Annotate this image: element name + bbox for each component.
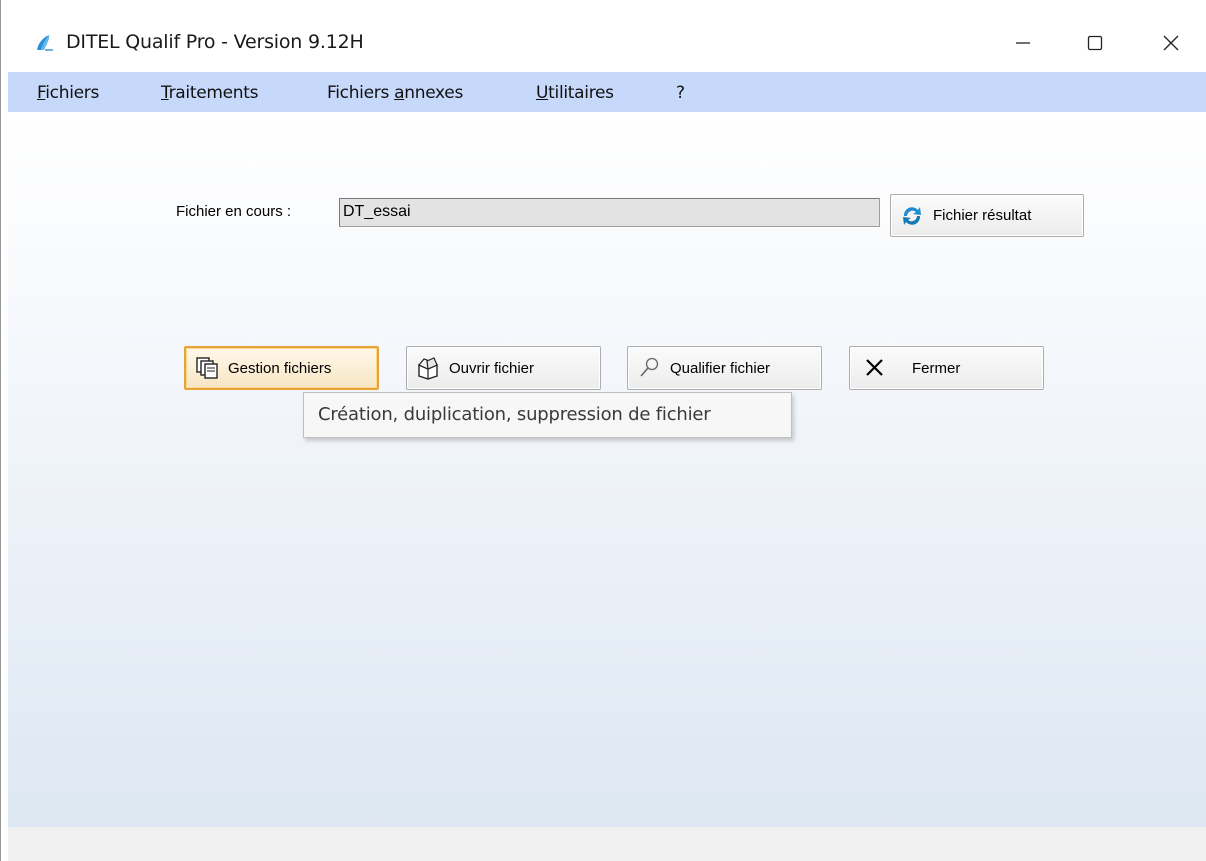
menu-bar: Fichiers Traitements Fichiers annexes Ut… [8,72,1206,112]
status-bar [8,827,1206,861]
close-file-button-label: Fermer [912,359,961,377]
menu-label-post: tilitaires [548,83,614,103]
result-file-button[interactable]: Fichier résultat [890,194,1084,237]
stacked-files-icon [196,357,218,379]
qualify-file-button-label: Qualifier fichier [670,359,771,377]
menu-help[interactable]: ? [676,83,685,103]
maximize-button[interactable] [1060,14,1130,72]
menu-label-post: ichiers [45,83,100,103]
open-file-button[interactable]: Ouvrir fichier [406,346,601,390]
menu-label-pre: Fichiers [327,83,395,103]
window-left-edge [0,0,1,861]
menu-fichiers[interactable]: Fichiers [37,83,99,103]
menu-label-post: nnexes [404,83,464,103]
magnifier-icon [640,357,659,377]
close-file-button[interactable]: Fermer [849,346,1044,390]
tooltip: Création, duiplication, suppression de f… [303,392,792,438]
manage-files-button-label: Gestion fichiers [228,359,332,377]
close-icon [1163,35,1179,51]
menu-label-accel: F [37,83,46,103]
open-box-icon [418,357,438,380]
menu-label-accel: U [536,83,549,103]
menu-label-post: raitements [168,83,259,103]
client-area: Fichier en cours : DT_essai Fichier résu… [8,112,1206,827]
result-file-button-label: Fichier résultat [933,207,1032,224]
qualify-file-button[interactable]: Qualifier fichier [627,346,822,390]
window-title: DITEL Qualif Pro - Version 9.12H [66,31,364,53]
maximize-icon [1087,35,1103,51]
open-file-button-label: Ouvrir fichier [449,359,535,377]
ditel-app-icon [37,35,53,51]
close-button[interactable] [1136,14,1206,72]
menu-label-accel: T [161,83,169,103]
manage-files-button[interactable]: Gestion fichiers [184,346,379,390]
current-file-field[interactable]: DT_essai [339,198,880,227]
menu-fichiers-annexes[interactable]: Fichiers annexes [327,83,463,103]
x-close-icon [866,359,883,376]
desktop-top-strip [0,0,1206,14]
menu-label-accel: a [394,83,405,103]
title-bar[interactable]: DITEL Qualif Pro - Version 9.12H [8,14,1206,72]
minimize-icon [1016,42,1030,44]
refresh-arrows-icon [903,206,921,225]
minimize-button[interactable] [988,14,1058,72]
current-file-label: Fichier en cours : [176,203,292,220]
menu-traitements[interactable]: Traitements [161,83,258,103]
app-window: DITEL Qualif Pro - Version 9.12H Fichier… [8,14,1206,861]
menu-label-pre: ? [676,83,685,103]
menu-utilitaires[interactable]: Utilitaires [536,83,614,103]
